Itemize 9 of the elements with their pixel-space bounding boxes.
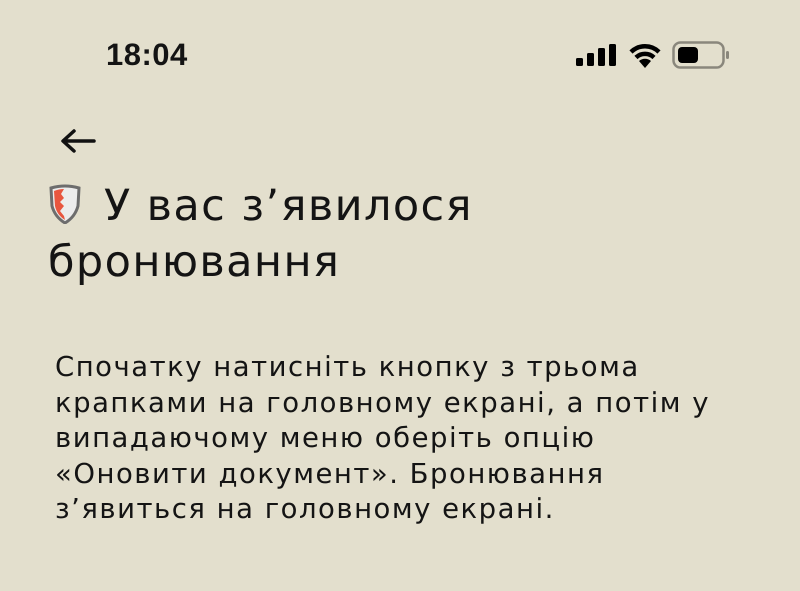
instruction-text: Спочатку натисніть кнопку з трьома крапками на головному екрані, а потім у випадаючому меню оберіть опцію «Оновити документ». Бронювання з’явиться на головному екрані. (55, 350, 712, 527)
page-title: бронювання (48, 237, 340, 287)
page-title: У вас з’явилося (104, 181, 473, 231)
shield-icon (48, 184, 82, 224)
back-arrow-icon[interactable] (60, 128, 96, 154)
status-time: 18:04 (106, 37, 188, 73)
battery-icon (672, 41, 730, 69)
wifi-icon (628, 42, 662, 68)
signal-icon (576, 44, 618, 66)
